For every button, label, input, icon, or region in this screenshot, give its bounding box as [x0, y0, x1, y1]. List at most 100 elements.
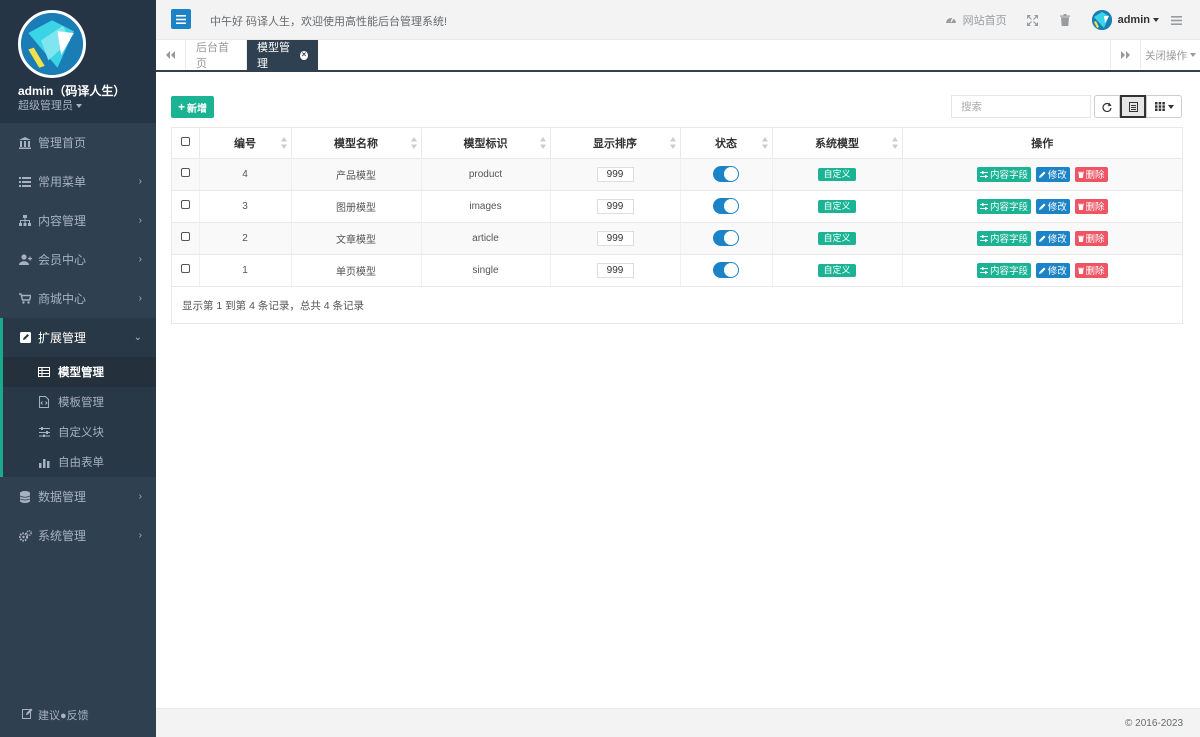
sidebar-item-system[interactable]: 系统管理 › [0, 516, 156, 555]
row-checkbox[interactable] [180, 264, 190, 273]
row-select-cell [172, 254, 200, 287]
sidebar-item-label: 内容管理 [38, 214, 87, 228]
sidebar-item-data[interactable]: 数据管理 › [0, 477, 156, 516]
delete-button[interactable]: 删除 [1074, 230, 1108, 246]
sidebar-right-toggle-icon[interactable] [1171, 15, 1182, 25]
action-label: 内容字段 [989, 266, 1028, 277]
cell-name: 单页模型 [291, 254, 422, 287]
edit-icon [22, 708, 33, 722]
row-checkbox[interactable] [180, 232, 190, 241]
sidebar-item-dashboard[interactable]: 管理首页 [0, 123, 156, 162]
status-toggle[interactable] [713, 262, 739, 278]
row-checkbox[interactable] [180, 168, 190, 177]
row-checkbox[interactable] [180, 200, 190, 209]
system-badge: 自定义 [818, 263, 856, 277]
user-avatar[interactable] [1091, 10, 1112, 30]
status-toggle[interactable] [713, 166, 739, 182]
sidebar-item-members[interactable]: 会员中心 › [0, 240, 156, 279]
columns-button[interactable] [1146, 95, 1182, 118]
sidebar-item-common-menu[interactable]: 常用菜单 › [0, 162, 156, 201]
feedback-link[interactable]: 建议●反馈 [0, 693, 156, 737]
row-select-cell [172, 190, 200, 223]
edit-square-icon [18, 331, 32, 345]
row-select-cell [172, 222, 200, 255]
search-input[interactable] [951, 95, 1091, 118]
tab-scroll-left-button[interactable] [156, 40, 186, 70]
pencil-icon [1038, 171, 1046, 178]
file-code-icon [38, 396, 50, 408]
column-header[interactable]: 系统模型 [772, 128, 903, 159]
order-input[interactable]: 999 [596, 262, 634, 278]
menu-toggle-button[interactable] [171, 9, 191, 29]
sidebar-item-shop[interactable]: 商城中心 › [0, 279, 156, 318]
order-input[interactable]: 999 [596, 198, 634, 214]
refresh-button[interactable] [1094, 95, 1120, 118]
site-home-link[interactable]: 网站首页 [945, 12, 1007, 28]
action-label: 修改 [1047, 202, 1067, 213]
chevron-right-icon: › [138, 293, 142, 304]
cell-id: 2 [199, 222, 292, 255]
grid-icon [1154, 102, 1165, 111]
cell-order: 999 [550, 222, 681, 255]
sliders-icon [979, 202, 988, 210]
action-label: 修改 [1047, 234, 1067, 245]
delete-button[interactable]: 删除 [1074, 166, 1108, 182]
column-header[interactable]: 显示排序 [550, 128, 681, 159]
edit-button[interactable]: 修改 [1035, 166, 1070, 182]
avatar[interactable] [18, 10, 86, 78]
select-all-checkbox[interactable] [180, 136, 190, 146]
hamburger-icon [176, 14, 186, 24]
table-row: 3 图册模型 images 999 自定义 内容字段 修改 删除 [172, 190, 1182, 223]
sidebar-item-extension[interactable]: 扩展管理 ⌄ [3, 318, 156, 357]
close-operations-dropdown[interactable]: 关闭操作 [1140, 40, 1200, 70]
content-fields-button[interactable]: 内容字段 [976, 230, 1031, 246]
status-toggle[interactable] [713, 198, 739, 214]
tab-model-management[interactable]: 模型管理 × [247, 40, 318, 70]
chevron-right-icon: › [138, 215, 142, 226]
list-alt-icon [1128, 101, 1138, 112]
tab-home[interactable]: 后台首页 [186, 40, 247, 70]
edit-button[interactable]: 修改 [1035, 262, 1070, 278]
close-icon[interactable]: × [299, 50, 308, 60]
user-menu[interactable]: admin [1118, 14, 1159, 26]
profile: admin（码译人生） 超级管理员 [0, 0, 156, 123]
footer: © 2016-2023 [156, 708, 1200, 737]
order-input[interactable]: 999 [596, 230, 634, 246]
select-all-header [172, 128, 200, 159]
caret-down-icon [1167, 104, 1174, 109]
edit-button[interactable]: 修改 [1035, 198, 1070, 214]
trash-icon[interactable] [1059, 14, 1070, 26]
column-header[interactable]: 编号 [199, 128, 292, 159]
user-name-label: admin [1117, 14, 1150, 26]
add-button[interactable]: + 新增 [171, 96, 215, 118]
sidebar-item-content[interactable]: 内容管理 › [0, 201, 156, 240]
cart-icon [18, 292, 32, 306]
main-content: +新增 编号 模型名称 模型标识 显示排序 状态 系统模型 操作 [156, 72, 1200, 708]
content-fields-button[interactable]: 内容字段 [976, 198, 1031, 214]
dashboard-icon [945, 14, 957, 26]
edit-button[interactable]: 修改 [1035, 230, 1070, 246]
cell-status [680, 254, 773, 287]
content-fields-button[interactable]: 内容字段 [976, 166, 1031, 182]
column-header[interactable]: 状态 [680, 128, 773, 159]
delete-button[interactable]: 删除 [1074, 198, 1108, 214]
content-fields-button[interactable]: 内容字段 [976, 262, 1031, 278]
status-toggle[interactable] [713, 230, 739, 246]
order-input[interactable]: 999 [596, 166, 634, 182]
toggle-view-button[interactable] [1120, 95, 1146, 118]
sidebar-subitem-template[interactable]: 模板管理 [3, 387, 156, 417]
feedback-label: 建议●反馈 [38, 710, 89, 722]
delete-button[interactable]: 删除 [1074, 262, 1108, 278]
caret-down-icon [1153, 18, 1159, 22]
sidebar-subitem-custom-block[interactable]: 自定义块 [3, 417, 156, 447]
column-header[interactable]: 模型名称 [291, 128, 422, 159]
profile-role-dropdown[interactable]: 超级管理员 [18, 97, 82, 113]
column-header[interactable]: 模型标识 [421, 128, 551, 159]
sort-icon [280, 137, 287, 149]
sidebar-subitem-label: 自定义块 [58, 427, 104, 439]
sidebar-subitem-free-form[interactable]: 自由表单 [3, 447, 156, 477]
fullscreen-icon[interactable] [1026, 14, 1038, 26]
tab-scroll-right-button[interactable] [1110, 40, 1140, 70]
copyright-text: © 2016-2023 [1125, 718, 1183, 729]
sidebar-subitem-model[interactable]: 模型管理 [3, 357, 156, 387]
